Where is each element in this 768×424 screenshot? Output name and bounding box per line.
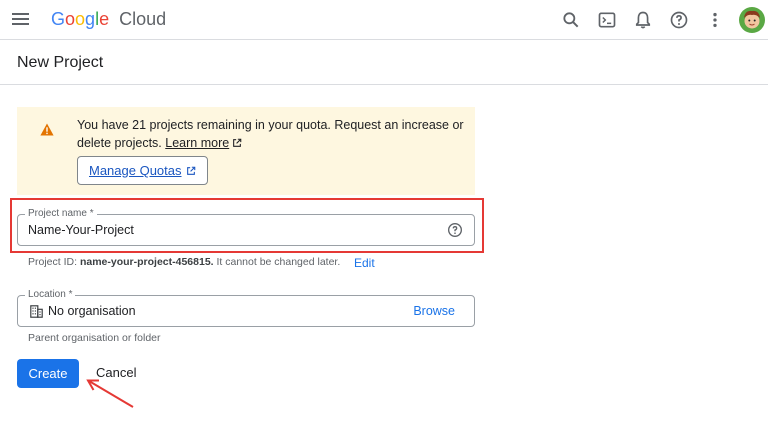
external-link-icon (186, 166, 195, 175)
page-title: New Project (17, 54, 104, 71)
avatar[interactable] (739, 7, 765, 33)
project-id-hint: Project ID: name-your-project-456815. It… (28, 256, 340, 268)
google-cloud-logo[interactable]: Google Cloud (51, 8, 166, 30)
more-vert-icon[interactable] (703, 8, 727, 32)
location-hint: Parent organisation or folder (28, 332, 161, 344)
manage-quotas-button[interactable]: Manage Quotas (77, 156, 208, 185)
annotation-arrow (86, 379, 134, 408)
top-app-bar: Google Cloud (0, 0, 768, 40)
external-link-icon (233, 138, 242, 147)
logo-cloud: Cloud (119, 9, 167, 29)
location-field[interactable]: Location * No organisation Browse (17, 288, 475, 327)
organisation-icon (30, 305, 43, 318)
search-icon[interactable] (559, 8, 583, 32)
location-label: Location * (25, 288, 76, 302)
notifications-icon[interactable] (631, 8, 655, 32)
warning-icon (40, 123, 54, 136)
project-id-value: name-your-project-456815. (79, 256, 214, 268)
logo-google: Google (51, 9, 110, 29)
edit-project-id-link[interactable]: Edit (354, 256, 375, 270)
learn-more-link[interactable]: Learn more (165, 136, 229, 150)
banner-message: You have 21 projects remaining in your q… (77, 116, 467, 152)
project-name-field[interactable]: Project name * Name-Your-Project (17, 207, 475, 246)
quota-warning-banner: You have 21 projects remaining in your q… (17, 107, 475, 195)
help-icon[interactable] (667, 8, 691, 32)
banner-text: You have 21 projects remaining in your q… (77, 118, 464, 150)
page-header: New Project (0, 41, 768, 85)
cloud-shell-icon[interactable] (595, 8, 619, 32)
help-icon[interactable] (447, 222, 463, 238)
create-button[interactable]: Create (17, 359, 79, 388)
project-id-suffix: It cannot be changed later. (216, 256, 341, 268)
project-name-label: Project name * (25, 207, 97, 221)
browse-button[interactable]: Browse (413, 304, 455, 318)
project-id-prefix: Project ID: (28, 256, 78, 268)
project-name-input[interactable]: Name-Your-Project (28, 223, 134, 237)
menu-icon[interactable] (11, 11, 30, 28)
location-value: No organisation (48, 304, 136, 318)
manage-quotas-label: Manage Quotas (89, 163, 182, 178)
